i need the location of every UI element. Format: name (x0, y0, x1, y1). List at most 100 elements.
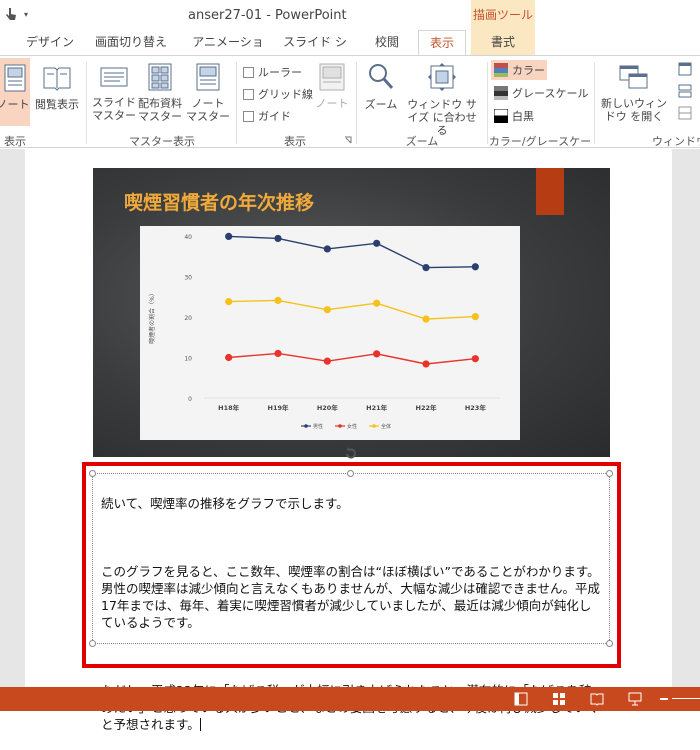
reading-view-button[interactable]: 閲覧表示 (33, 58, 81, 126)
dialog-launcher-icon[interactable] (344, 136, 352, 144)
tab-transitions[interactable]: 画面切り替え (94, 30, 168, 56)
touch-mode-icon[interactable] (4, 6, 18, 22)
resize-handle[interactable] (606, 640, 613, 647)
legend-marker (338, 424, 342, 428)
notes-paragraph: このグラフを見ると、ここ数年、喫煙率の割合は“ほぼ横ばい”であることがわかります… (101, 564, 601, 630)
ruler-checkbox[interactable]: ルーラー (243, 64, 302, 80)
divider (236, 62, 237, 144)
divider (594, 62, 595, 144)
data-point (274, 296, 282, 304)
x-tick-label: H21年 (366, 403, 387, 412)
x-tick-label: H20年 (317, 403, 338, 412)
rotate-handle-icon[interactable] (344, 446, 358, 460)
notes-page-button[interactable]: ノート (0, 58, 30, 126)
ribbon-tabs: デザイン 画面切り替え アニメーション スライド ショー 校閲 表示 書式 (0, 30, 700, 73)
data-point (323, 245, 331, 253)
divider (356, 62, 357, 144)
ribbon: ノート 閲覧表示 表示 スライド マスター 配布資料 マスター ノート マスター… (0, 55, 700, 164)
data-point (471, 263, 479, 271)
data-point (471, 312, 479, 321)
tab-review[interactable]: 校閲 (366, 30, 408, 56)
tab-animations[interactable]: アニメーション (188, 30, 268, 73)
new-window-button[interactable]: 新しいウィンドウ を開く (596, 58, 672, 128)
resize-handle[interactable] (89, 640, 96, 647)
notes-paragraph: 続いて、喫煙率の推移をグラフで示します。 (101, 496, 349, 511)
slide-accent-bar (536, 168, 564, 215)
data-point (422, 263, 430, 272)
resize-handle[interactable] (347, 470, 354, 477)
resize-handle[interactable] (89, 470, 96, 477)
group-label-zoom: ズーム (405, 135, 439, 148)
tab-partial[interactable] (0, 30, 20, 56)
data-point (422, 315, 430, 323)
quick-access-toolbar: ▾ (4, 6, 28, 22)
bw-swatch-icon (494, 109, 508, 123)
grayscale-button[interactable]: グレースケール (491, 83, 591, 103)
group-label-window: ウィンドウ (652, 135, 700, 148)
slideshow-icon[interactable] (628, 692, 642, 706)
slide-sorter-icon[interactable] (552, 692, 566, 706)
group-label-master-views: マスター表示 (129, 135, 195, 148)
fit-window-icon (428, 63, 456, 91)
new-window-icon (619, 65, 648, 89)
tab-view[interactable]: 表示 (418, 30, 466, 56)
resize-handle[interactable] (606, 470, 613, 477)
group-label-presentation-views: 表示 (4, 135, 26, 148)
y-tick-label: 20 (184, 315, 192, 322)
line-chart: 0 10 20 30 40 喫煙者の割合（%） H18年 H19年 H20年 H21年 H22年 H2… (148, 232, 500, 430)
chart: 0 10 20 30 40 喫煙者の割合（%） H18年 H19年 H20年 H21年 H22年 H2… (140, 226, 520, 440)
notes-pane-button[interactable]: ノート (312, 58, 352, 128)
color-button[interactable]: カラー (491, 60, 547, 80)
zoom-minus[interactable] (660, 698, 668, 700)
y-tick-label: 0 (188, 396, 192, 403)
move-split-icon[interactable] (678, 106, 692, 120)
slide-master-icon (100, 67, 128, 87)
legend-label: 女性 (347, 423, 357, 430)
slide-master-button[interactable]: スライド マスター (92, 58, 136, 128)
series-line-全体 (228, 299, 476, 320)
legend-label: 男性 (313, 423, 323, 430)
cascade-icon[interactable] (678, 84, 692, 98)
slide-thumbnail[interactable]: 喫煙習慣者の年次推移 0 10 20 30 40 喫煙者の割合（%） H18年 H19年 H20… (93, 168, 610, 457)
divider (86, 62, 87, 144)
status-bar (0, 687, 700, 711)
data-point (225, 298, 233, 306)
notes-master-button[interactable]: ノート マスター (186, 58, 230, 128)
group-label-show: 表示 (284, 135, 306, 148)
tab-design[interactable]: デザイン (24, 30, 76, 56)
zoom-slider[interactable] (672, 698, 700, 699)
slide-title: 喫煙習慣者の年次推移 (124, 192, 315, 214)
text-caret (199, 718, 201, 731)
fit-to-window-button[interactable]: ウィンドウ サイズ に合わせる (402, 58, 482, 137)
grayscale-swatch-icon (494, 86, 508, 100)
tab-slideshow[interactable]: スライド ショー (280, 30, 350, 73)
x-tick-label: H23年 (465, 403, 486, 412)
qat-dropdown-icon[interactable]: ▾ (24, 10, 28, 19)
arrange-all-icon[interactable] (678, 62, 692, 76)
guides-checkbox[interactable]: ガイド (243, 108, 291, 124)
x-tick-label: H22年 (416, 403, 437, 412)
data-point (373, 350, 381, 358)
black-white-button[interactable]: 白黒 (491, 106, 551, 126)
data-point (422, 360, 430, 368)
divider (487, 62, 488, 144)
legend-marker (304, 424, 308, 428)
data-point (274, 349, 282, 358)
reading-view-icon[interactable] (590, 692, 604, 706)
gridlines-checkbox[interactable]: グリッド線 (243, 86, 313, 102)
handout-master-icon (148, 63, 172, 91)
notes-paragraph-blank (101, 529, 603, 546)
book-icon (43, 67, 71, 91)
data-point (471, 355, 479, 363)
normal-view-icon[interactable] (514, 692, 528, 706)
drawing-tools-header: 描画ツール (471, 0, 535, 30)
zoom-button[interactable]: ズーム (362, 58, 400, 128)
y-tick-label: 30 (184, 275, 192, 282)
color-swatch-icon (494, 63, 508, 77)
tab-format[interactable]: 書式 (471, 30, 535, 56)
y-tick-label: 10 (184, 356, 192, 363)
y-tick-label: 40 (184, 234, 192, 241)
data-point (274, 234, 282, 243)
x-tick-label: H19年 (268, 403, 289, 412)
handout-master-button[interactable]: 配布資料 マスター (138, 58, 182, 128)
